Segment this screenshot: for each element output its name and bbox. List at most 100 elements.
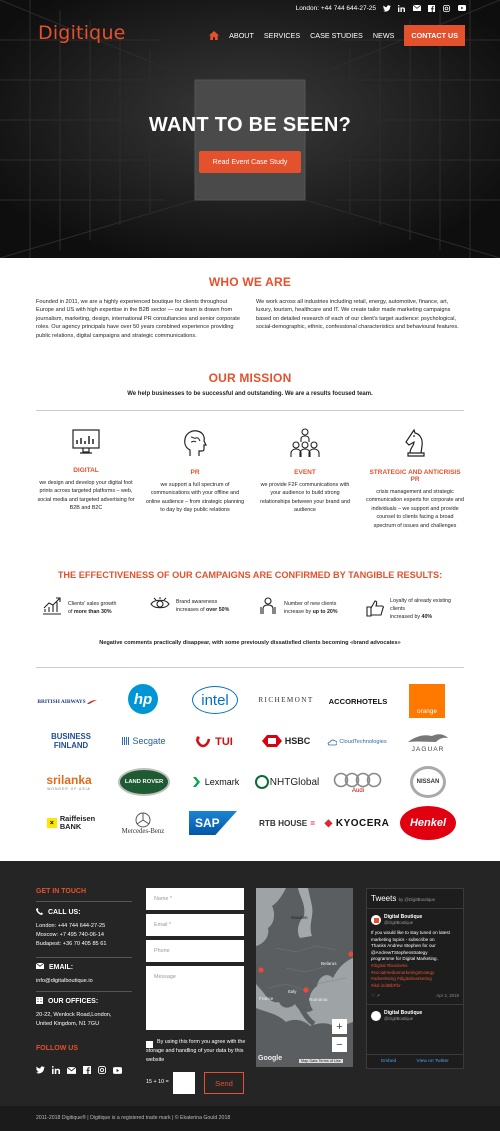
stat-awareness: Brand awareness increases of over 50%	[150, 597, 229, 614]
logo-rtb-house: RTB HOUSE =	[258, 818, 315, 828]
logo-secgate: Secgate	[113, 734, 175, 748]
tweet-hashtag[interactable]: #socialmediamarketingstrategy	[371, 970, 459, 977]
logo-richemont: RICHEMONT	[258, 696, 314, 704]
nav-news[interactable]: NEWS	[373, 31, 395, 40]
tweet-text: Thanks Andrew Stephen for our	[371, 943, 436, 949]
tweet-text: programme for Digital Marketing.	[371, 956, 438, 962]
tweet-hashtag[interactable]: #digital #business	[371, 963, 459, 970]
map-data-link[interactable]: Map Data Terms of Use	[299, 1059, 343, 1063]
logo-srilanka: srilanka WONDER OF ASIA	[40, 770, 98, 794]
youtube-icon[interactable]	[457, 4, 466, 13]
envelope-icon	[35, 962, 45, 971]
mission-title: OUR MISSION	[208, 371, 292, 385]
timeline-header: Tweets by @DigitBoutique	[367, 889, 463, 909]
logo-nht-global: NHTGlobal	[253, 773, 321, 791]
office-address: 20-22, Wenlock Road,London, United Kingd…	[36, 1011, 111, 1029]
phone-list: London: +44 744 644-27-25 Moscow: +7 495…	[36, 922, 106, 949]
email-icon[interactable]	[412, 4, 421, 13]
email-field[interactable]: Email *	[146, 914, 244, 936]
address-line: United Kingdom, N1 7GU	[36, 1021, 100, 1027]
heading-text: OUR OFFICES:	[48, 998, 99, 1005]
pillar-text: crisis management and strategic communic…	[366, 489, 464, 529]
phone-budapest[interactable]: Budapest: +36 70 405 85 61	[36, 940, 106, 949]
tweet-text: @AndrewTStephenstrategy	[371, 949, 428, 955]
logo-text: NHTGlobal	[269, 776, 320, 788]
stat-label: Loyalty of already existing clients	[390, 598, 451, 612]
stat-value: up to 20%	[312, 608, 338, 615]
logo-accorhotels: ACCORHOTELS	[328, 696, 388, 706]
twitter-icon[interactable]	[36, 1061, 45, 1079]
stat-loyalty: Loyalty of already existing clients incre…	[366, 597, 466, 621]
stat-value: over 50%	[206, 606, 230, 613]
instagram-icon[interactable]	[98, 1061, 106, 1079]
logo-text: FINLAND	[53, 741, 89, 750]
twitter-icon[interactable]	[382, 4, 391, 13]
send-button[interactable]: Send	[204, 1072, 244, 1094]
map-zoom-out-button[interactable]: −	[332, 1037, 347, 1052]
nav-case-studies[interactable]: CASE STUDIES	[310, 31, 363, 40]
twitter-timeline[interactable]: Tweets by @DigitBoutique Digital Boutiqu…	[366, 888, 464, 1069]
facebook-icon[interactable]	[427, 4, 436, 13]
logo-orange: orange	[409, 684, 445, 718]
logo-business-finland: BUSINESS FINLAND	[46, 730, 96, 752]
contact-us-button[interactable]: CONTACT US	[404, 25, 465, 46]
site-logo[interactable]: Digitique	[38, 22, 126, 44]
nav-about[interactable]: ABOUT	[229, 31, 254, 40]
email-icon[interactable]	[66, 1061, 77, 1079]
phone-london[interactable]: London: +44 744 644-27-25	[36, 922, 106, 931]
read-case-study-button[interactable]: Read Event Case Study	[199, 151, 301, 173]
heading-text: CALL US:	[48, 909, 81, 916]
logo-lexmark: Lexmark	[186, 775, 246, 789]
home-icon[interactable]	[209, 30, 220, 41]
pillar-text: we design and develop your digital foot …	[37, 480, 135, 512]
effectiveness-note: Negative comments practically disappear,…	[99, 640, 401, 646]
logo-cloudtechnologies: CloudTechnologies	[324, 736, 390, 748]
logo-text: CloudTechnologies	[339, 739, 387, 745]
heart-icon[interactable]: ♡ ↗	[371, 993, 380, 999]
new-clients-icon	[258, 597, 278, 618]
pillar-title: EVENT	[294, 469, 316, 476]
email-heading: EMAIL:	[35, 962, 73, 971]
linkedin-icon[interactable]	[397, 4, 406, 13]
office-map[interactable]: Sweden Belarus France Italy Romania + − …	[256, 888, 353, 1067]
embed-link[interactable]: Embed	[381, 1059, 396, 1064]
phone-moscow[interactable]: Moscow: +7 495 740-06-14	[36, 931, 106, 940]
header-phone[interactable]: London: +44 744 644-27-25	[296, 5, 376, 12]
logo-audi: Audi	[330, 768, 386, 798]
hero-section: London: +44 744 644-27-25 Digitique ABOU…	[0, 0, 500, 258]
logo-mercedes-benz: Mercedes-Benz	[112, 806, 174, 840]
tweet-hashtag[interactable]: #advertising #digitalmarketing	[371, 976, 459, 983]
phone-field[interactable]: Phone	[146, 940, 244, 962]
pillar-strategic: STRATEGIC AND ANTICRISIS PR crisis manag…	[365, 428, 465, 530]
map-label-france: France	[259, 996, 274, 1001]
growth-chart-icon	[42, 597, 62, 618]
logo-hsbc: HSBC	[256, 733, 316, 749]
divider	[36, 901, 132, 902]
logo-text: HSBC	[284, 736, 311, 746]
tweet-hashtag[interactable]: #ikd.in/dBbFbr	[371, 983, 459, 990]
youtube-icon[interactable]	[113, 1061, 122, 1079]
map-zoom-in-button[interactable]: +	[332, 1019, 347, 1034]
footer: GET IN TOUCH CALL US: London: +44 744 64…	[0, 861, 500, 1106]
copyright: 2011-2018 Digitique® | Digitique is a re…	[0, 1106, 500, 1131]
map-label-italy: Italy	[288, 989, 297, 994]
instagram-icon[interactable]	[442, 4, 451, 13]
nav-services[interactable]: SERVICES	[264, 31, 300, 40]
tweet: Digital Boutique @DigitBoutique	[367, 1004, 463, 1027]
stat-prefix: increase by	[284, 608, 313, 615]
logo-henkel: Henkel	[400, 806, 456, 840]
stat-clients: Number of new clients increase by up to 2…	[258, 597, 338, 618]
logo-text: Audi	[351, 788, 364, 794]
captcha-input[interactable]	[173, 1072, 195, 1094]
stat-prefix: increases of	[176, 606, 207, 613]
linkedin-icon[interactable]	[51, 1061, 60, 1079]
message-field[interactable]: Message	[146, 966, 244, 1030]
facebook-icon[interactable]	[83, 1061, 91, 1079]
stat-label: Clients' sales growth	[68, 600, 117, 607]
mission-subtitle: We help businesses to be successful and …	[127, 391, 373, 397]
tweet-actions: ♡ ↗ Apr 2, 2019	[371, 993, 459, 999]
footer-email[interactable]: info@digitalboutique.io	[36, 977, 93, 986]
captcha-label: 15 + 10 =	[146, 1079, 169, 1085]
view-on-twitter-link[interactable]: View on Twitter	[417, 1059, 449, 1064]
name-field[interactable]: Name *	[146, 888, 244, 910]
